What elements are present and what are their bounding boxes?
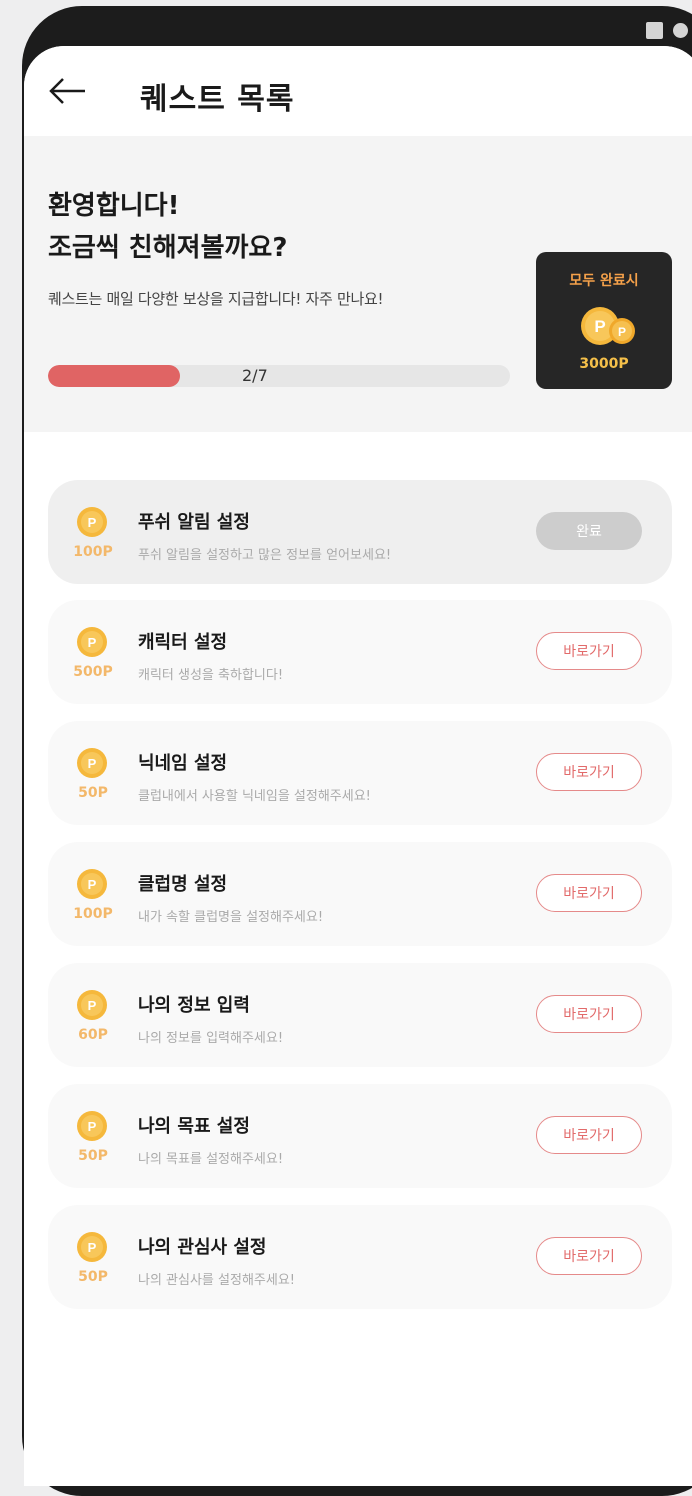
point-coin-icon: P — [77, 990, 107, 1020]
home-icon — [673, 22, 688, 38]
quest-item: P 50P 닉네임 설정클럽내에서 사용할 닉네임을 설정해주세요! 바로가기 — [48, 721, 672, 825]
point-coin-icon: P — [77, 507, 107, 537]
quest-item: P 100P 클럽명 설정내가 속할 클럽명을 설정해주세요! 바로가기 — [48, 842, 672, 946]
quest-points: 100P — [73, 544, 113, 560]
go-button[interactable]: 바로가기 — [536, 995, 642, 1033]
go-button[interactable]: 바로가기 — [536, 1116, 642, 1154]
point-coin-icon: P — [77, 1232, 107, 1262]
quest-description: 캐릭터 생성을 축하합니다! — [138, 668, 284, 683]
quest-title: 나의 목표 설정 — [138, 1116, 250, 1137]
welcome-banner: 환영합니다! 조금씩 친해져볼까요? 퀘스트는 매일 다양한 보상을 지급합니다… — [24, 136, 692, 432]
quest-progress-fill — [48, 365, 180, 387]
svg-text:P: P — [88, 998, 97, 1013]
go-button[interactable]: 바로가기 — [536, 1237, 642, 1275]
app-bar: 퀘스트 목록 — [24, 46, 692, 136]
welcome-subtitle: 조금씩 친해져볼까요? — [48, 233, 288, 263]
quest-points: 100P — [73, 906, 113, 922]
quest-points: 500P — [73, 664, 113, 680]
quest-title: 닉네임 설정 — [138, 753, 228, 774]
quest-description: 클럽내에서 사용할 닉네임을 설정해주세요! — [138, 789, 371, 804]
point-coin-icon: P — [77, 748, 107, 778]
completed-button[interactable]: 완료 — [536, 512, 642, 550]
reward-amount: 3000P — [579, 356, 629, 372]
quest-item: P 500P 캐릭터 설정캐릭터 생성을 축하합니다! 바로가기 — [48, 600, 672, 704]
app-screen: 퀘스트 목록 환영합니다! 조금씩 친해져볼까요? 퀘스트는 매일 다양한 보상… — [24, 46, 692, 1486]
arrow-left-icon[interactable] — [48, 76, 88, 106]
quest-title: 푸쉬 알림 설정 — [138, 512, 250, 533]
quest-item: P 60P 나의 정보 입력나의 정보를 입력해주세요! 바로가기 — [48, 963, 672, 1067]
quest-description: 나의 관심사를 설정해주세요! — [138, 1273, 295, 1288]
quest-item: P 50P 나의 관심사 설정나의 관심사를 설정해주세요! 바로가기 — [48, 1205, 672, 1309]
quest-title: 캐릭터 설정 — [138, 632, 228, 653]
quest-description: 내가 속할 클럽명을 설정해주세요! — [138, 910, 324, 925]
svg-text:P: P — [88, 756, 97, 771]
completion-reward-card: 모두 완료시 P P 3000P — [536, 252, 672, 389]
quest-description: 나의 정보를 입력해주세요! — [138, 1031, 284, 1046]
quest-description: 나의 목표를 설정해주세요! — [138, 1152, 284, 1167]
quest-points: 50P — [78, 1269, 108, 1285]
quest-points: 50P — [78, 1148, 108, 1164]
welcome-description: 퀘스트는 매일 다양한 보상을 지급합니다! 자주 만나요! — [48, 290, 384, 308]
status-bar — [646, 18, 692, 42]
point-coin-icon: P — [77, 869, 107, 899]
svg-text:P: P — [594, 317, 605, 336]
quest-description: 푸쉬 알림을 설정하고 많은 정보를 얻어보세요! — [138, 548, 392, 563]
quest-points: 50P — [78, 785, 108, 801]
coins-icon: P P — [581, 307, 635, 345]
recent-apps-icon — [646, 21, 663, 39]
point-coin-icon: P — [77, 627, 107, 657]
welcome-title: 환영합니다! — [48, 191, 180, 221]
quest-title: 나의 정보 입력 — [138, 995, 250, 1016]
svg-text:P: P — [88, 1240, 97, 1255]
go-button[interactable]: 바로가기 — [536, 753, 642, 791]
svg-text:P: P — [88, 877, 97, 892]
go-button[interactable]: 바로가기 — [536, 874, 642, 912]
quest-item: P 50P 나의 목표 설정나의 목표를 설정해주세요! 바로가기 — [48, 1084, 672, 1188]
quest-points: 60P — [78, 1027, 108, 1043]
svg-text:P: P — [88, 515, 97, 530]
quest-title: 클럽명 설정 — [138, 874, 228, 895]
page-title: 퀘스트 목록 — [140, 82, 295, 117]
svg-text:P: P — [88, 1119, 97, 1134]
quest-progress-bar — [48, 365, 510, 387]
quest-title: 나의 관심사 설정 — [138, 1237, 267, 1258]
point-coin-icon: P — [77, 1111, 107, 1141]
quest-item: P 100P 푸쉬 알림 설정푸쉬 알림을 설정하고 많은 정보를 얻어보세요! 완료 — [48, 480, 672, 584]
svg-text:P: P — [618, 325, 626, 339]
svg-text:P: P — [88, 635, 97, 650]
go-button[interactable]: 바로가기 — [536, 632, 642, 670]
quest-progress-count: 2/7 — [242, 366, 268, 385]
reward-title: 모두 완료시 — [569, 273, 639, 289]
